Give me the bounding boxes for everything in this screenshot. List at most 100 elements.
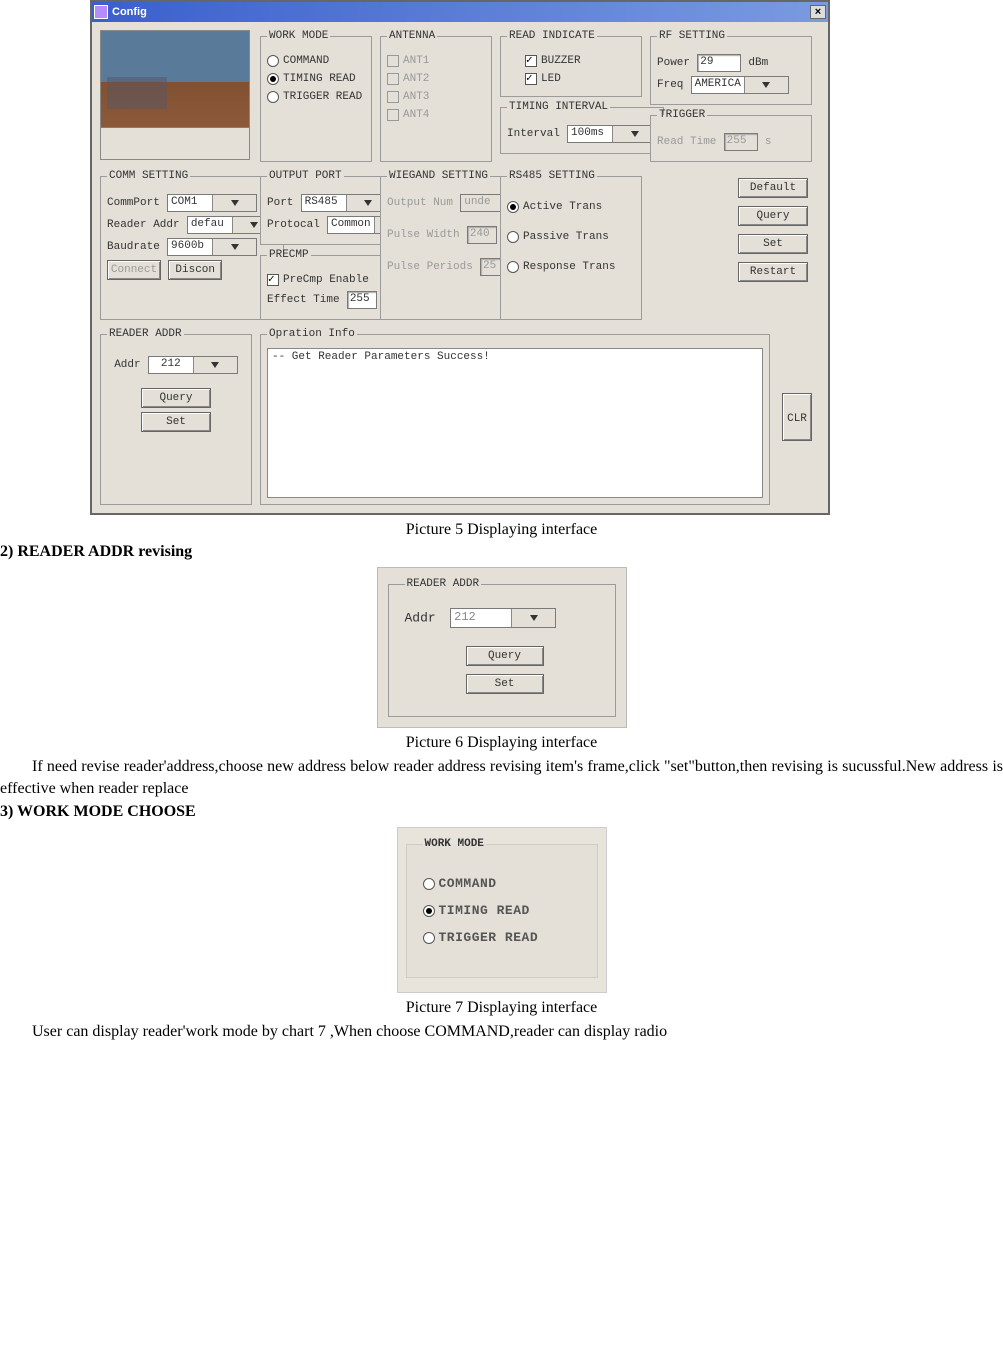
ant2-label: ANT2: [403, 73, 429, 85]
addr-query-button[interactable]: Query: [141, 388, 211, 408]
comm-legend: COMM SETTING: [107, 170, 190, 182]
baudrate-combo[interactable]: 9600b: [167, 238, 257, 256]
pic7-workmode-group: WORK MODE COMMAND TIMING READ TRIGGER RE…: [406, 838, 598, 978]
timing-legend: TIMING INTERVAL: [507, 101, 610, 113]
opinfo-group: Opration Info -- Get Reader Parameters S…: [260, 328, 770, 505]
workmode-command-radio[interactable]: [267, 55, 279, 67]
pic7-timing-radio[interactable]: [423, 905, 435, 917]
pic7-trigger-label: TRIGGER READ: [439, 930, 539, 945]
power-unit: dBm: [748, 57, 768, 69]
readtime-label: Read Time: [657, 136, 716, 148]
readeraddr-legend: READER ADDR: [107, 328, 184, 340]
workmode-trigger-radio[interactable]: [267, 91, 279, 103]
pic6-readeraddr-group: READER ADDR Addr 212 Query Set: [388, 578, 616, 717]
opinfo-legend: Opration Info: [267, 328, 357, 340]
rf-setting-group: RF SETTING Power 29 dBm Freq AMERICA: [650, 30, 812, 105]
workmode-group: WORK MODE COMMAND TIMING READ TRIGGER RE…: [260, 30, 372, 162]
precmp-enable-checkbox[interactable]: [267, 274, 279, 286]
pulsewidth-label: Pulse Width: [387, 229, 460, 241]
p7-text: User can display reader'work mode by cha…: [0, 1021, 1003, 1043]
pic6-legend: READER ADDR: [405, 578, 482, 590]
chevron-down-icon: [212, 195, 256, 211]
pulsewidth-field: 240: [467, 226, 497, 244]
passive-trans-radio[interactable]: [507, 231, 519, 243]
power-label: Power: [657, 57, 690, 69]
response-trans-radio[interactable]: [507, 261, 519, 273]
set-button[interactable]: Set: [738, 234, 808, 254]
antenna-legend: ANTENNA: [387, 30, 437, 42]
freq-label: Freq: [657, 79, 683, 91]
chevron-down-icon: [193, 357, 237, 373]
opinfo-text: -- Get Reader Parameters Success!: [267, 348, 763, 498]
pic6-query-button[interactable]: Query: [466, 646, 544, 666]
clr-button[interactable]: CLR: [782, 393, 812, 441]
ant3-label: ANT3: [403, 91, 429, 103]
led-label: LED: [541, 73, 561, 85]
ant2-checkbox[interactable]: [387, 73, 399, 85]
rs485-group: RS485 SETTING Active Trans Passive Trans…: [500, 170, 642, 320]
rs485-legend: RS485 SETTING: [507, 170, 597, 182]
led-checkbox[interactable]: [525, 73, 537, 85]
readindicate-group: READ INDICATE BUZZER LED: [500, 30, 642, 97]
heading-3: 3) WORK MODE CHOOSE: [0, 803, 1003, 821]
comm-setting-group: COMM SETTING CommPort COM1 Reader Addr d…: [100, 170, 284, 320]
addr-label: Addr: [114, 359, 140, 371]
pic7-command-radio[interactable]: [423, 878, 435, 890]
pic6-addr-label: Addr: [405, 611, 436, 626]
heading-2: 2) READER ADDR revising: [0, 543, 1003, 561]
pulseperiods-label: Pulse Periods: [387, 261, 473, 273]
chevron-down-icon: [212, 239, 256, 255]
workmode-command-label: COMMAND: [283, 55, 329, 67]
pic7-trigger-radio[interactable]: [423, 932, 435, 944]
effecttime-label: Effect Time: [267, 294, 340, 306]
active-trans-label: Active Trans: [523, 201, 602, 213]
pic7-caption: Picture 7 Displaying interface: [0, 999, 1003, 1017]
trigger-group: TRIGGER Read Time 255 s: [650, 109, 812, 162]
addr-set-button[interactable]: Set: [141, 412, 211, 432]
precmp-group: PRECMP PreCmp Enable Effect Time 255 s: [260, 249, 398, 320]
restart-button[interactable]: Restart: [738, 262, 808, 282]
trigger-legend: TRIGGER: [657, 109, 707, 121]
pic6-set-button[interactable]: Set: [466, 674, 544, 694]
baudrate-label: Baudrate: [107, 241, 160, 253]
port-label: Port: [267, 197, 293, 209]
buzzer-label: BUZZER: [541, 55, 581, 67]
rf-legend: RF SETTING: [657, 30, 727, 42]
chevron-down-icon: [744, 77, 788, 93]
effecttime-field[interactable]: 255: [347, 291, 377, 309]
response-trans-label: Response Trans: [523, 261, 615, 273]
pic6-caption: Picture 6 Displaying interface: [0, 734, 1003, 752]
port-combo[interactable]: RS485: [301, 194, 391, 212]
window-title: Config: [112, 6, 147, 18]
p6-text: If need revise reader'address,choose new…: [0, 756, 1003, 799]
workmode-legend: WORK MODE: [267, 30, 330, 42]
ant1-checkbox[interactable]: [387, 55, 399, 67]
readindicate-legend: READ INDICATE: [507, 30, 597, 42]
interval-combo[interactable]: 100ms: [567, 125, 657, 143]
commport-combo[interactable]: COM1: [167, 194, 257, 212]
app-icon: [94, 5, 108, 19]
readeraddr-group: READER ADDR Addr 212 Query Set: [100, 328, 252, 505]
power-field[interactable]: 29: [697, 54, 741, 72]
workmode-timing-radio[interactable]: [267, 73, 279, 85]
ant3-checkbox[interactable]: [387, 91, 399, 103]
outputnum-label: Output Num: [387, 197, 453, 209]
default-button[interactable]: Default: [738, 178, 808, 198]
close-icon[interactable]: ×: [810, 5, 826, 19]
readtime-field: 255: [724, 133, 758, 151]
query-button[interactable]: Query: [738, 206, 808, 226]
readeraddr-label: Reader Addr: [107, 219, 180, 231]
pic7-legend: WORK MODE: [423, 838, 486, 850]
freq-combo[interactable]: AMERICA: [691, 76, 789, 94]
ant1-label: ANT1: [403, 55, 429, 67]
ant4-checkbox[interactable]: [387, 109, 399, 121]
preview-image: [100, 30, 250, 160]
interval-label: Interval: [507, 128, 560, 140]
pic7-timing-label: TIMING READ: [439, 903, 530, 918]
addr-combo[interactable]: 212: [148, 356, 238, 374]
disconnect-button[interactable]: Discon: [168, 260, 222, 280]
connect-button[interactable]: Connect: [107, 260, 161, 280]
active-trans-radio[interactable]: [507, 201, 519, 213]
buzzer-checkbox[interactable]: [525, 55, 537, 67]
pic6-addr-combo[interactable]: 212: [450, 608, 556, 628]
